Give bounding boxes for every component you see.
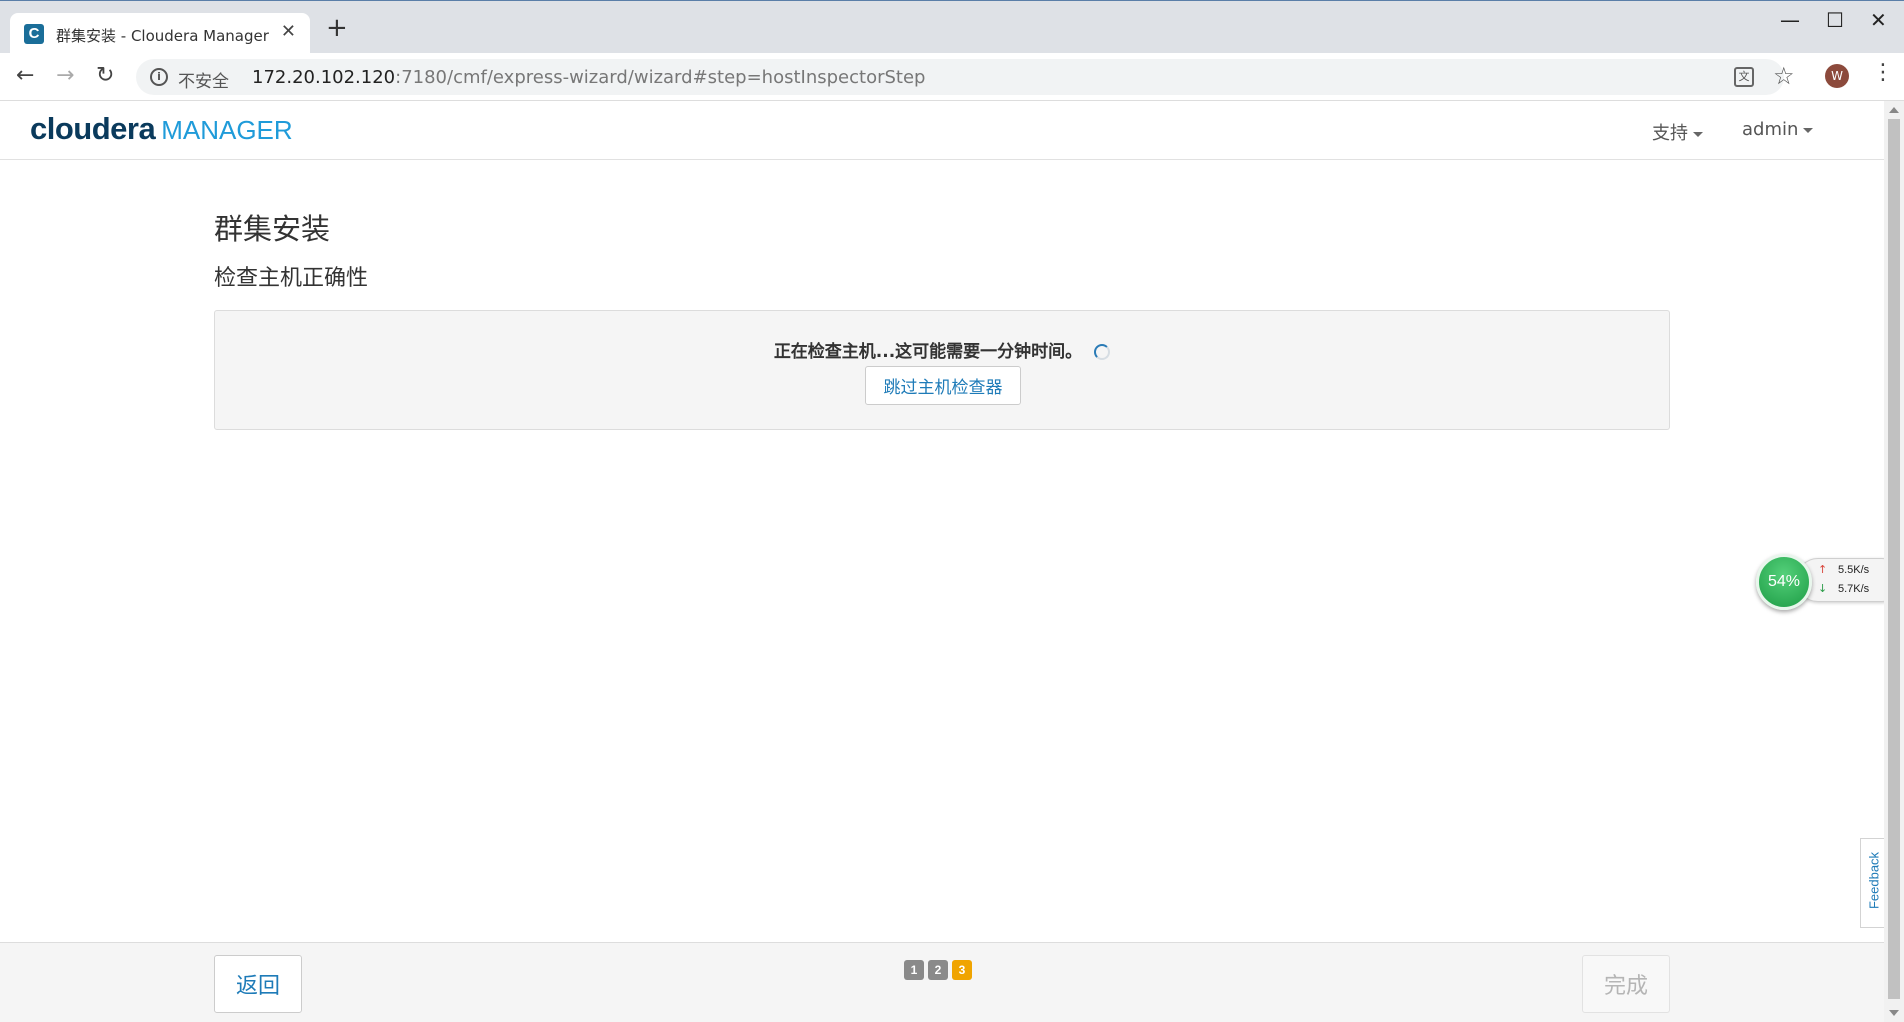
network-monitor-widget[interactable]: ↑ 5.5K/s ↓ 5.7K/s + 54% — [1756, 554, 1904, 610]
cloudera-favicon-icon: C — [24, 24, 44, 44]
app-header: cloudera MANAGER 支持 admin — [0, 101, 1884, 160]
upload-speed: 5.5K/s — [1838, 564, 1870, 576]
cloudera-manager-logo[interactable]: cloudera MANAGER — [30, 111, 293, 147]
security-label: 不安全 — [178, 72, 229, 92]
back-arrow-icon[interactable]: ← — [16, 63, 34, 89]
profile-avatar[interactable]: W — [1825, 64, 1849, 88]
page-subtitle: 检查主机正确性 — [214, 266, 369, 291]
scroll-up-icon[interactable] — [1889, 107, 1899, 113]
url-host: 172.20.102.120 — [252, 67, 396, 88]
back-button[interactable]: 返回 — [214, 955, 302, 1013]
memory-usage-gauge[interactable]: 54% — [1756, 554, 1812, 610]
finish-button[interactable]: 完成 — [1582, 955, 1670, 1013]
chevron-down-icon — [1803, 127, 1814, 133]
tab-title: 群集安装 - Cloudera Manager — [56, 27, 269, 45]
loading-spinner-icon — [1094, 344, 1111, 360]
page-title: 群集安装 — [214, 212, 331, 246]
scroll-down-icon[interactable] — [1889, 1010, 1899, 1016]
download-arrow-icon: ↓ — [1818, 582, 1828, 595]
step-3: 3 — [952, 960, 972, 980]
minimize-icon[interactable]: — — [1780, 9, 1800, 31]
step-2: 2 — [928, 960, 948, 980]
logo-brand: cloudera — [30, 111, 156, 146]
translate-icon[interactable]: 文 — [1734, 67, 1754, 87]
tab-close-icon[interactable]: ✕ — [281, 21, 296, 42]
page-scrollbar[interactable] — [1884, 101, 1904, 1022]
wizard-footer: 返回 123 完成 — [0, 942, 1884, 1022]
scroll-thumb[interactable] — [1888, 119, 1900, 999]
chevron-down-icon — [1693, 131, 1703, 137]
menu-icon[interactable]: ⋮ — [1872, 60, 1894, 85]
info-icon[interactable]: i — [150, 68, 168, 86]
download-speed: 5.7K/s — [1838, 583, 1870, 595]
window-close-icon[interactable]: ✕ — [1870, 9, 1887, 31]
browser-tabbar: C 群集安装 - Cloudera Manager ✕ + — ☐ ✕ — [0, 0, 1904, 54]
inspect-status-text: 正在检查主机...这可能需要一分钟时间。 — [773, 342, 1083, 362]
user-menu[interactable]: admin — [1742, 119, 1814, 140]
user-label: admin — [1742, 119, 1799, 140]
wizard-steps: 123 — [904, 959, 976, 980]
reload-icon[interactable]: ↻ — [96, 63, 114, 89]
logo-product: MANAGER — [161, 115, 293, 145]
new-tab-button[interactable]: + — [326, 15, 348, 41]
inspect-status: 正在检查主机...这可能需要一分钟时间。 — [215, 337, 1669, 362]
step-1: 1 — [904, 960, 924, 980]
forward-arrow-icon[interactable]: → — [56, 63, 74, 89]
skip-host-inspector-button[interactable]: 跳过主机检查器 — [865, 366, 1021, 405]
star-icon[interactable]: ☆ — [1773, 62, 1795, 90]
url-path: :7180/cmf/express-wizard/wizard#step=hos… — [395, 67, 926, 88]
feedback-tab[interactable]: Feedback — [1860, 838, 1884, 928]
support-menu[interactable]: 支持 — [1652, 119, 1703, 145]
url-text[interactable]: 172.20.102.120:7180/cmf/express-wizard/w… — [252, 67, 925, 88]
host-inspector-panel: 正在检查主机...这可能需要一分钟时间。 跳过主机检查器 — [214, 310, 1670, 430]
feedback-label: Feedback — [1866, 851, 1882, 910]
browser-toolbar: ← → ↻ i 不安全 172.20.102.120:7180/cmf/expr… — [0, 53, 1904, 101]
browser-tab[interactable]: C 群集安装 - Cloudera Manager ✕ — [10, 13, 310, 54]
upload-arrow-icon: ↑ — [1818, 563, 1828, 576]
support-label: 支持 — [1652, 123, 1688, 144]
maximize-icon[interactable]: ☐ — [1826, 9, 1844, 31]
address-bar[interactable]: i 不安全 172.20.102.120:7180/cmf/express-wi… — [136, 59, 1784, 95]
